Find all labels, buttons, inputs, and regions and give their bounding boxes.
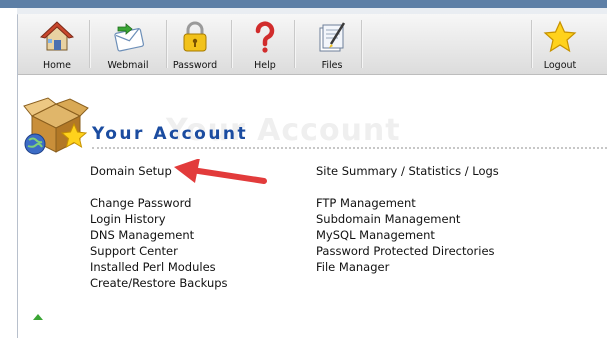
padlock-icon <box>183 21 207 52</box>
toolbar-separator <box>166 20 168 68</box>
home-label: Home <box>42 60 72 71</box>
password-button[interactable]: Password <box>170 14 220 74</box>
password-protected-directories-link[interactable]: Password Protected Directories <box>316 244 495 258</box>
site-summary-link[interactable]: Site Summary / Statistics / Logs <box>316 164 499 178</box>
webmail-button[interactable]: Webmail <box>102 14 154 74</box>
annotation-arrow-icon <box>174 159 267 184</box>
toolbar: Home Webmail Password Help Files Logout <box>18 14 607 75</box>
support-center-link[interactable]: Support Center <box>90 244 178 258</box>
account-box-icon <box>23 97 89 155</box>
help-label: Help <box>254 60 276 71</box>
files-label: Files <box>321 60 343 71</box>
star-icon <box>543 20 577 53</box>
password-label: Password <box>172 60 218 71</box>
file-manager-link[interactable]: File Manager <box>316 260 389 274</box>
subdomain-management-link[interactable]: Subdomain Management <box>316 212 460 226</box>
toolbar-separator <box>531 20 533 68</box>
installed-perl-modules-link[interactable]: Installed Perl Modules <box>90 260 216 274</box>
title-divider <box>92 147 607 149</box>
create-restore-backups-link[interactable]: Create/Restore Backups <box>90 276 228 290</box>
files-button[interactable]: Files <box>312 14 352 74</box>
login-history-link[interactable]: Login History <box>90 212 166 226</box>
top-band <box>0 0 607 8</box>
logout-button[interactable]: Logout <box>538 14 582 74</box>
toolbar-separator <box>361 20 363 68</box>
domain-setup-link[interactable]: Domain Setup <box>90 164 172 178</box>
partial-icon <box>33 314 43 320</box>
files-icon <box>319 22 346 52</box>
logout-label: Logout <box>543 60 577 71</box>
home-button[interactable]: Home <box>35 14 79 74</box>
ftp-management-link[interactable]: FTP Management <box>316 196 416 210</box>
change-password-link[interactable]: Change Password <box>90 196 191 210</box>
dns-management-link[interactable]: DNS Management <box>90 228 194 242</box>
help-button[interactable]: Help <box>248 14 282 74</box>
webmail-label: Webmail <box>107 60 149 71</box>
webmail-icon <box>114 23 145 52</box>
home-icon <box>39 21 75 51</box>
help-icon <box>255 21 275 53</box>
toolbar-separator <box>89 20 91 68</box>
mysql-management-link[interactable]: MySQL Management <box>316 228 435 242</box>
page-title: Your Account <box>92 124 249 144</box>
toolbar-separator <box>294 20 296 68</box>
toolbar-separator <box>231 20 233 68</box>
